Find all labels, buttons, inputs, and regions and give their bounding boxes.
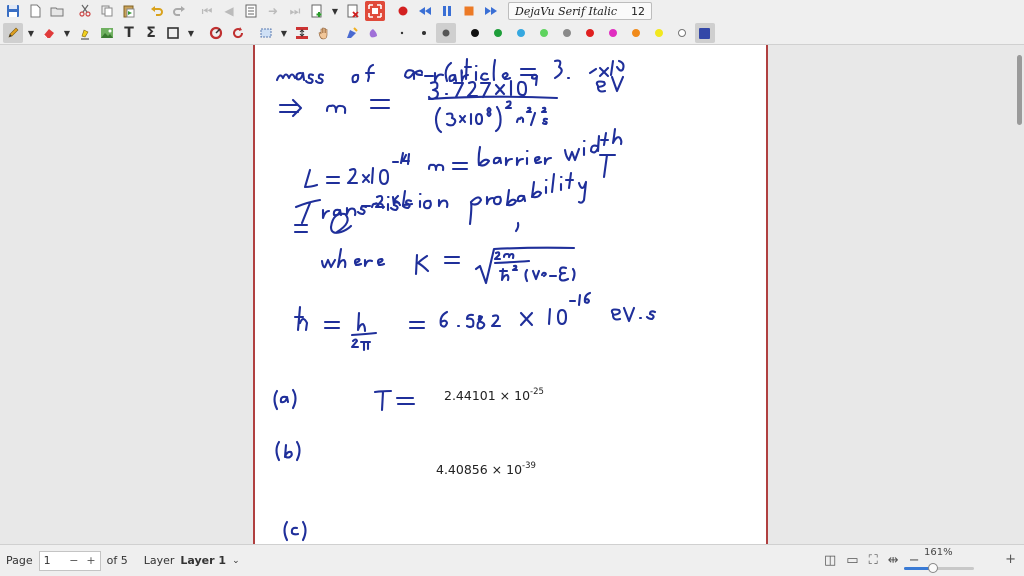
rewind-icon[interactable] <box>415 1 435 21</box>
pen-tool-icon[interactable] <box>3 23 23 43</box>
answer-b-exponent: -39 <box>522 461 536 471</box>
math-tool-icon[interactable]: Σ <box>141 23 161 43</box>
two-page-view-icon[interactable]: ◫ <box>824 553 836 568</box>
hand-tool-icon[interactable] <box>314 23 334 43</box>
zoom-slider-knob[interactable] <box>928 563 939 573</box>
color-yellow[interactable] <box>649 23 669 43</box>
pen-size-thick-icon[interactable] <box>436 23 456 43</box>
layer-label: Layer <box>143 554 175 567</box>
redo-icon[interactable] <box>169 1 189 21</box>
fast-forward-icon[interactable] <box>481 1 501 21</box>
audio-tool-icon[interactable] <box>364 23 384 43</box>
pen-size-medium-icon[interactable] <box>414 23 434 43</box>
color-light-blue[interactable] <box>511 23 531 43</box>
color-gray[interactable] <box>557 23 577 43</box>
add-page-icon[interactable] <box>307 1 327 21</box>
document-page[interactable]: 2.44101 × 10-25 4.40856 × 10-39 <box>253 45 768 544</box>
status-bar: Page 1 − + of 5 Layer Layer 1 ⌄ ◫ ▭ ⛶ ⇹ … <box>0 544 1024 576</box>
pen-size-fine-icon[interactable] <box>392 23 412 43</box>
zoom-fit-icon[interactable]: ⛶ <box>869 553 878 568</box>
zoom-slider[interactable] <box>904 563 974 573</box>
answer-b-value: 4.40856 × 10-39 <box>436 461 536 477</box>
color-navy[interactable] <box>694 23 715 43</box>
ruler-tool-icon[interactable] <box>206 23 226 43</box>
cut-icon[interactable] <box>75 1 95 21</box>
delete-page-icon[interactable] <box>343 1 363 21</box>
vertical-space-icon[interactable] <box>292 23 312 43</box>
add-page-dropdown-icon[interactable]: ▼ <box>329 1 341 21</box>
eraser-tool-icon[interactable] <box>39 23 59 43</box>
eraser-dropdown-icon[interactable]: ▼ <box>61 23 73 43</box>
paste-icon[interactable] <box>119 1 139 21</box>
color-orange[interactable] <box>626 23 646 43</box>
save-icon[interactable] <box>3 1 23 21</box>
color-white[interactable] <box>672 23 692 43</box>
font-size: 12 <box>631 4 646 18</box>
text-tool-icon[interactable]: T <box>119 23 139 43</box>
record-icon[interactable] <box>393 1 413 21</box>
scrollbar-thumb[interactable] <box>1017 55 1022 125</box>
zoom-control: 161% <box>904 547 994 575</box>
highlighter-tool-icon[interactable] <box>75 23 95 43</box>
fill-tool-icon[interactable] <box>342 23 362 43</box>
stop-icon[interactable] <box>459 1 479 21</box>
page-number-value[interactable]: 1 <box>44 554 51 567</box>
color-black[interactable] <box>465 23 485 43</box>
shape-dropdown-icon[interactable]: ▼ <box>185 23 197 43</box>
main-toolbar: ⏮ ◀ ➜ ⏭ ▼ DejaVu Serif Italic 12 <box>0 0 1024 22</box>
presentation-view-icon[interactable]: ▭ <box>846 553 858 568</box>
document-canvas[interactable]: 2.44101 × 10-25 4.40856 × 10-39 <box>0 45 1024 544</box>
pause-icon[interactable] <box>437 1 457 21</box>
answer-a-value: 2.44101 × 10-25 <box>444 387 544 403</box>
image-tool-icon[interactable] <box>97 23 117 43</box>
previous-page-icon[interactable]: ◀ <box>219 1 239 21</box>
page-number-spinbox[interactable]: 1 − + <box>38 550 101 571</box>
page-increment-button[interactable]: + <box>86 554 95 567</box>
color-magenta[interactable] <box>603 23 623 43</box>
layer-dropdown-icon[interactable]: ⌄ <box>232 556 240 566</box>
new-document-icon[interactable] <box>25 1 45 21</box>
page-label: Page <box>6 554 33 567</box>
layer-selector[interactable]: Layer 1 <box>180 554 226 567</box>
goto-page-icon[interactable] <box>241 1 261 21</box>
font-name: DejaVu Serif Italic <box>515 4 618 18</box>
zoom-width-icon[interactable]: ⇹ <box>888 553 899 568</box>
color-palette <box>463 23 716 43</box>
answer-b-base: 4.40856 × 10 <box>436 462 523 477</box>
first-page-icon[interactable]: ⏮ <box>197 1 217 21</box>
font-selector[interactable]: DejaVu Serif Italic 12 <box>508 2 653 20</box>
fullscreen-icon[interactable] <box>365 1 385 21</box>
vertical-scrollbar[interactable] <box>1016 45 1024 544</box>
color-light-green[interactable] <box>534 23 554 43</box>
zoom-percentage: 161% <box>924 547 953 558</box>
shape-tool-icon[interactable] <box>163 23 183 43</box>
answer-a-exponent: -25 <box>530 387 544 397</box>
rotate-tool-icon[interactable] <box>228 23 248 43</box>
tools-toolbar: ▼ ▼ T Σ ▼ ▼ <box>0 22 1024 45</box>
page-count: of 5 <box>106 554 128 567</box>
page-decrement-button[interactable]: − <box>69 554 78 567</box>
next-page-icon[interactable]: ➜ <box>263 1 283 21</box>
open-folder-icon[interactable] <box>47 1 67 21</box>
copy-icon[interactable] <box>97 1 117 21</box>
zoom-in-icon[interactable]: + <box>1005 552 1016 567</box>
select-dropdown-icon[interactable]: ▼ <box>278 23 290 43</box>
last-page-icon[interactable]: ⏭ <box>285 1 305 21</box>
color-red[interactable] <box>580 23 600 43</box>
select-region-icon[interactable] <box>256 23 276 43</box>
pen-dropdown-icon[interactable]: ▼ <box>25 23 37 43</box>
color-green[interactable] <box>488 23 508 43</box>
undo-icon[interactable] <box>147 1 167 21</box>
answer-a-base: 2.44101 × 10 <box>444 388 531 403</box>
